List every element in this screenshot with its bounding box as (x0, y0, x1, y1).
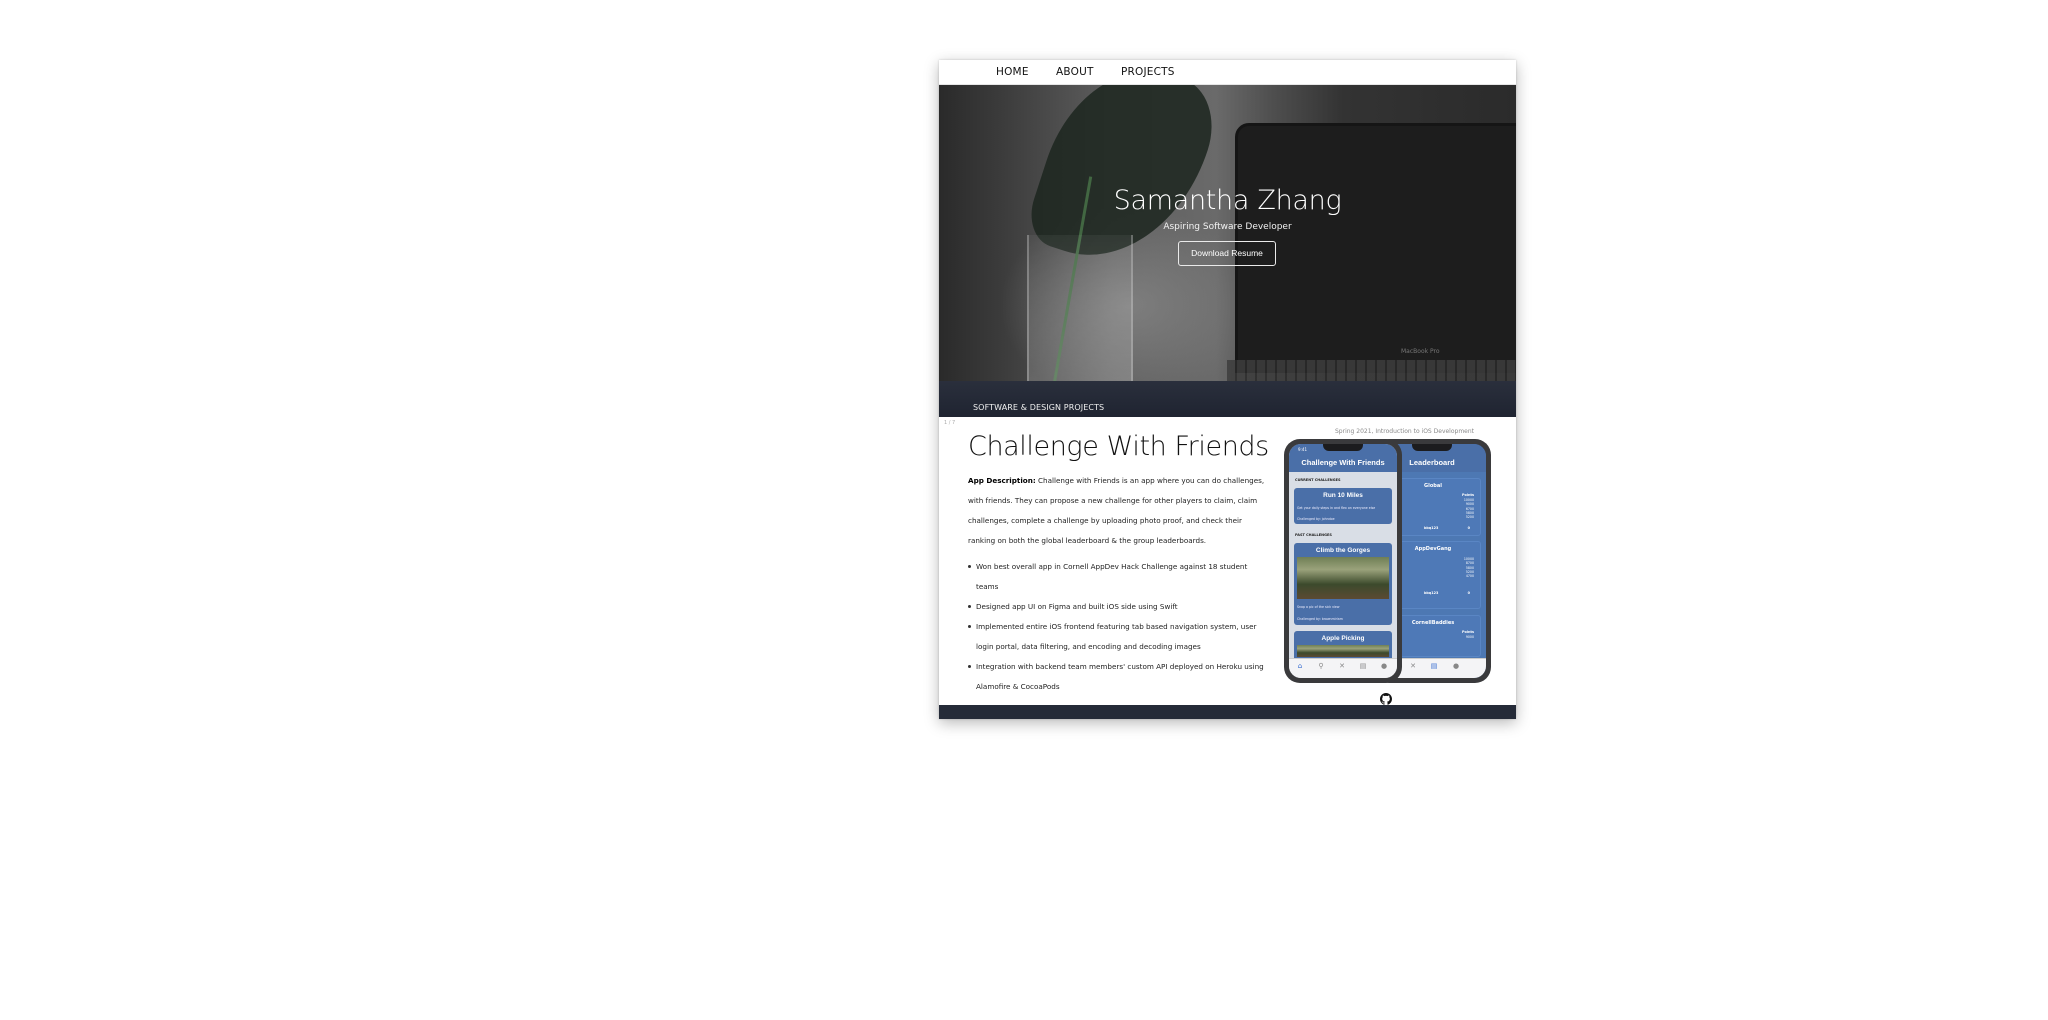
course-label: Spring 2021, Introduction to iOS Develop… (1335, 428, 1475, 435)
github-icon[interactable] (1380, 693, 1392, 705)
challenges-screen: 9:41 Challenge With Friends CURRENT CHAL… (1289, 444, 1397, 678)
project-description: App Description: Challenge with Friends … (968, 471, 1268, 551)
hero-vase-image (1027, 235, 1133, 381)
carousel-footer (939, 705, 1516, 719)
laptop-label: MacBook Pro (1401, 348, 1440, 355)
hero-banner: MacBook Pro Samantha Zhang Aspiring Soft… (939, 85, 1516, 381)
top-nav: HOME ABOUT PROJECTS (939, 60, 1516, 85)
challenge-card-title: Climb the Gorges (1315, 547, 1371, 554)
phone-notch (1412, 444, 1452, 451)
projects-section-header: SOFTWARE & DESIGN PROJECTS (939, 381, 1516, 417)
challenge-photo (1297, 645, 1389, 657)
home-icon[interactable]: ⌂ (1294, 662, 1306, 670)
tab-bar: ⌂ ⚲ ✕ ▤ ● (1289, 658, 1397, 678)
project-slide: 1 / 7 Spring 2021, Introduction to iOS D… (939, 417, 1516, 705)
projects-section-label: SOFTWARE & DESIGN PROJECTS (973, 403, 1105, 412)
past-challenges-label: PAST CHALLENGES (1295, 533, 1332, 537)
hero-subtitle: Aspiring Software Developer (1163, 222, 1292, 232)
phone-notch (1323, 444, 1363, 451)
status-time: 9:41 (1298, 447, 1307, 452)
challenge-card-author: Challenged by: brownmiriam (1297, 617, 1343, 621)
leaderboard-values: 10000 9000 6700 5800 5200 (1464, 498, 1474, 519)
profile-icon[interactable]: ● (1378, 662, 1390, 670)
browser-window: HOME ABOUT PROJECTS MacBook Pro Samantha… (939, 60, 1516, 719)
nav-home-link[interactable]: HOME (996, 66, 1029, 78)
leaderboard-user: bbq123 (1424, 591, 1439, 595)
leaderboard-icon[interactable]: ▤ (1357, 662, 1369, 670)
project-bullets: Won best overall app in Cornell AppDev H… (968, 557, 1268, 697)
challenge-card[interactable]: Apple Picking (1294, 631, 1392, 661)
leaderboard-user: bbq123 (1424, 526, 1439, 530)
nav-projects-link[interactable]: PROJECTS (1121, 66, 1175, 78)
challenge-card-description: Get your daily steps in and flex on ever… (1297, 506, 1376, 510)
hero-laptop-keyboard (1227, 360, 1516, 381)
challenge-card-title: Run 10 Miles (1323, 492, 1363, 499)
leaderboard-values: 9000 (1466, 635, 1474, 639)
leaderboard-icon[interactable]: ▤ (1428, 662, 1440, 670)
carousel-dots (1198, 709, 1261, 715)
leaderboard-values: 10000 8700 5800 5200 4700 (1464, 557, 1474, 578)
challenge-card-author: Challenged by: johndoe (1297, 517, 1335, 521)
leaderboard-value: 9000 (1465, 502, 1474, 507)
description-text: Challenge with Friends is an app where y… (968, 476, 1265, 545)
challenge-card[interactable]: Climb the Gorges Snap a pic of the sick … (1294, 543, 1392, 625)
bullet-item: Won best overall app in Cornell AppDev H… (968, 557, 1268, 597)
bullet-item: Integration with backend team members' c… (968, 657, 1268, 697)
leaderboard-value: 5200 (1465, 515, 1474, 520)
phone-mockup-challenges: 9:41 Challenge With Friends CURRENT CHAL… (1284, 439, 1402, 683)
profile-icon[interactable]: ● (1450, 662, 1462, 670)
leaderboard-user-value: 0 (1467, 591, 1470, 595)
challenge-card-title: Apple Picking (1321, 635, 1365, 642)
challenge-photo (1297, 557, 1389, 599)
leaderboard-user-value: 0 (1467, 526, 1470, 530)
challenge-icon[interactable]: ✕ (1336, 662, 1348, 670)
description-label: App Description: (968, 476, 1036, 485)
bullet-item: Implemented entire iOS frontend featurin… (968, 617, 1268, 657)
points-header: Points (1461, 493, 1474, 497)
hero-laptop-image (1235, 123, 1516, 373)
current-challenges-label: CURRENT CHALLENGES (1295, 478, 1341, 482)
leaderboard-value: 8700 (1465, 561, 1474, 566)
challenges-title: Challenge With Friends (1301, 458, 1385, 467)
challenge-card[interactable]: Run 10 Miles Get your daily steps in and… (1294, 488, 1392, 524)
hero-title: Samantha Zhang (1113, 185, 1342, 216)
leaderboard-value: 4700 (1465, 574, 1474, 579)
points-header: Points (1461, 630, 1474, 634)
project-title: Challenge With Friends (968, 431, 1269, 462)
slide-counter: 1 / 7 (944, 420, 956, 426)
bullet-item: Designed app UI on Figma and built iOS s… (968, 597, 1268, 617)
nav-about-link[interactable]: ABOUT (1056, 66, 1094, 78)
challenge-icon[interactable]: ✕ (1407, 662, 1419, 670)
download-resume-button[interactable]: Download Resume (1178, 241, 1276, 266)
search-icon[interactable]: ⚲ (1315, 662, 1327, 670)
leaderboard-value: 9000 (1465, 635, 1474, 639)
challenge-card-description: Snap a pic of the sick view (1297, 605, 1340, 609)
